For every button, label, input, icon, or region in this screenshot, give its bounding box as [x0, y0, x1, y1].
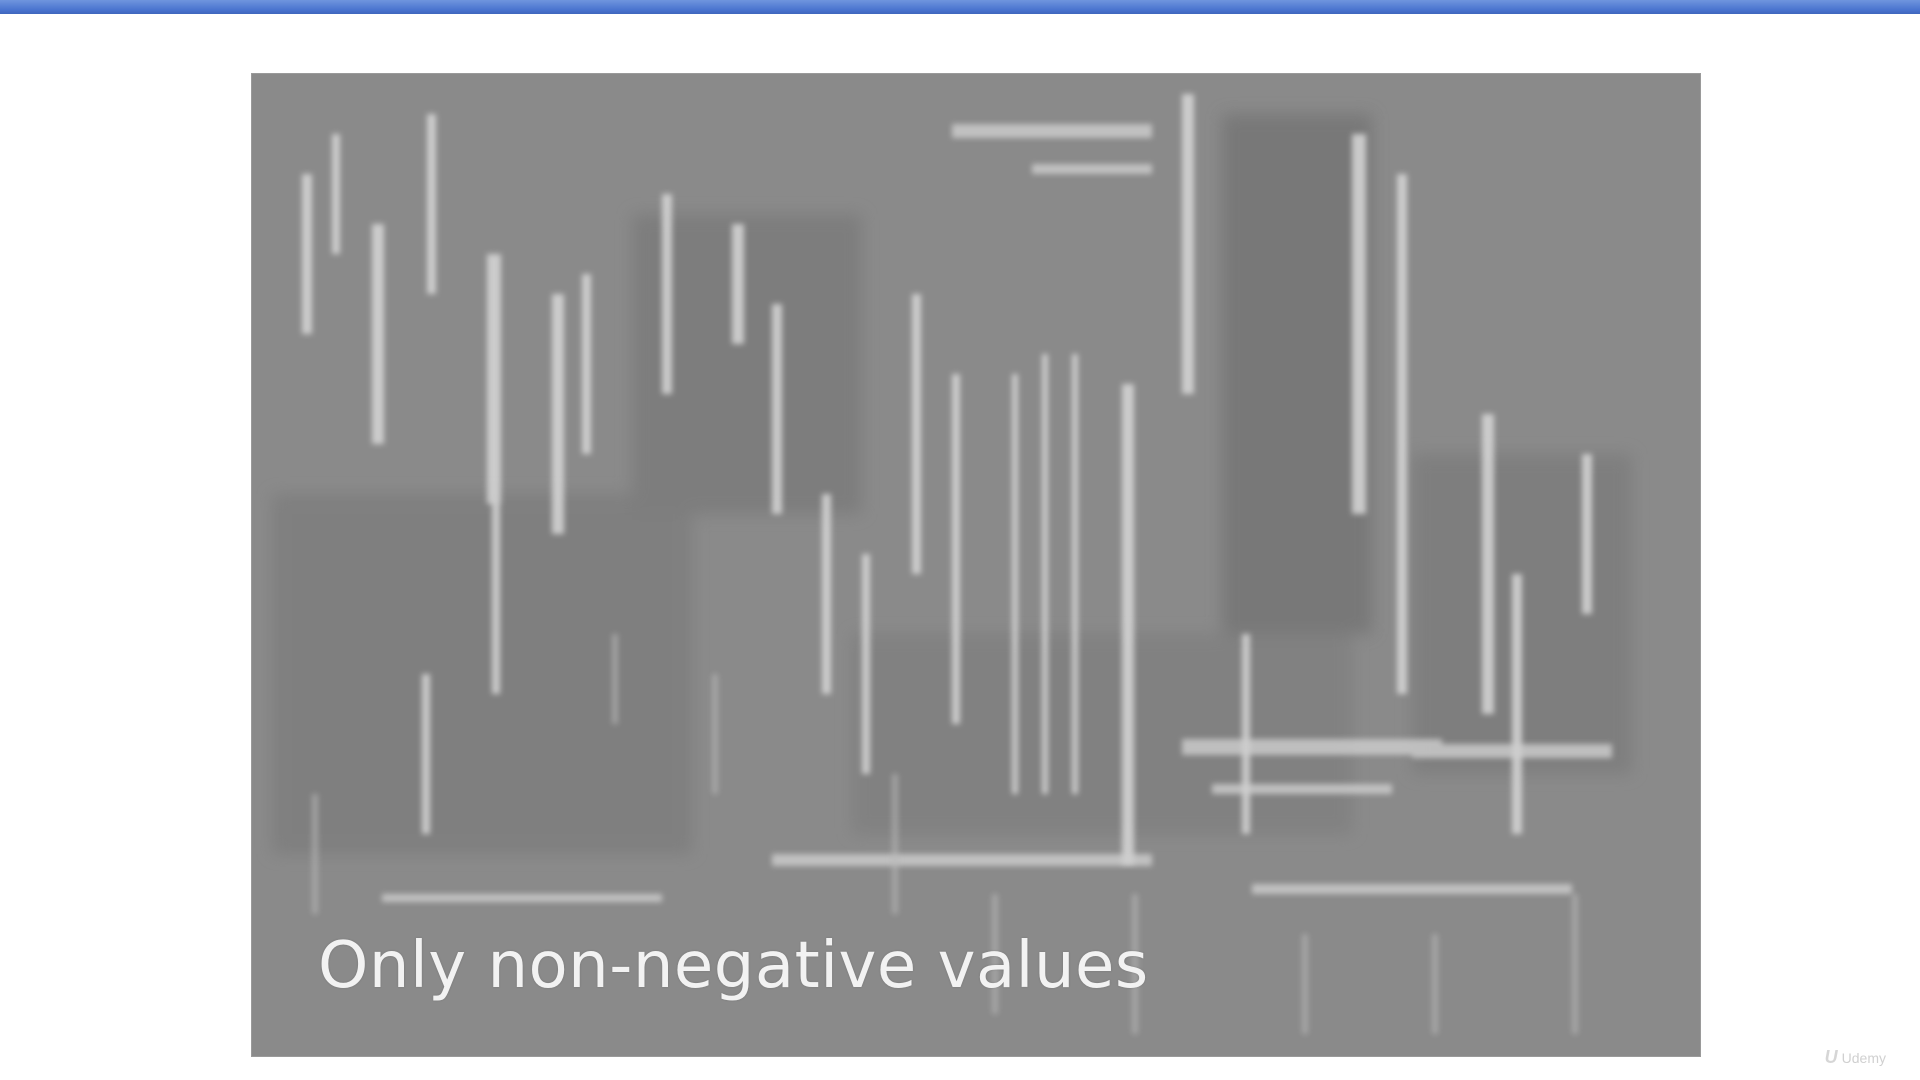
top-accent-bar — [0, 0, 1920, 14]
feature-map-image: Only non-negative values — [252, 74, 1700, 1056]
slide-caption: Only non-negative values — [318, 929, 1149, 1003]
feature-map-graphic — [272, 94, 1632, 1034]
udemy-logo-icon: U — [1824, 1047, 1838, 1067]
udemy-watermark: U Udemy — [1825, 1047, 1886, 1068]
watermark-brand-text: Udemy — [1841, 1049, 1886, 1066]
